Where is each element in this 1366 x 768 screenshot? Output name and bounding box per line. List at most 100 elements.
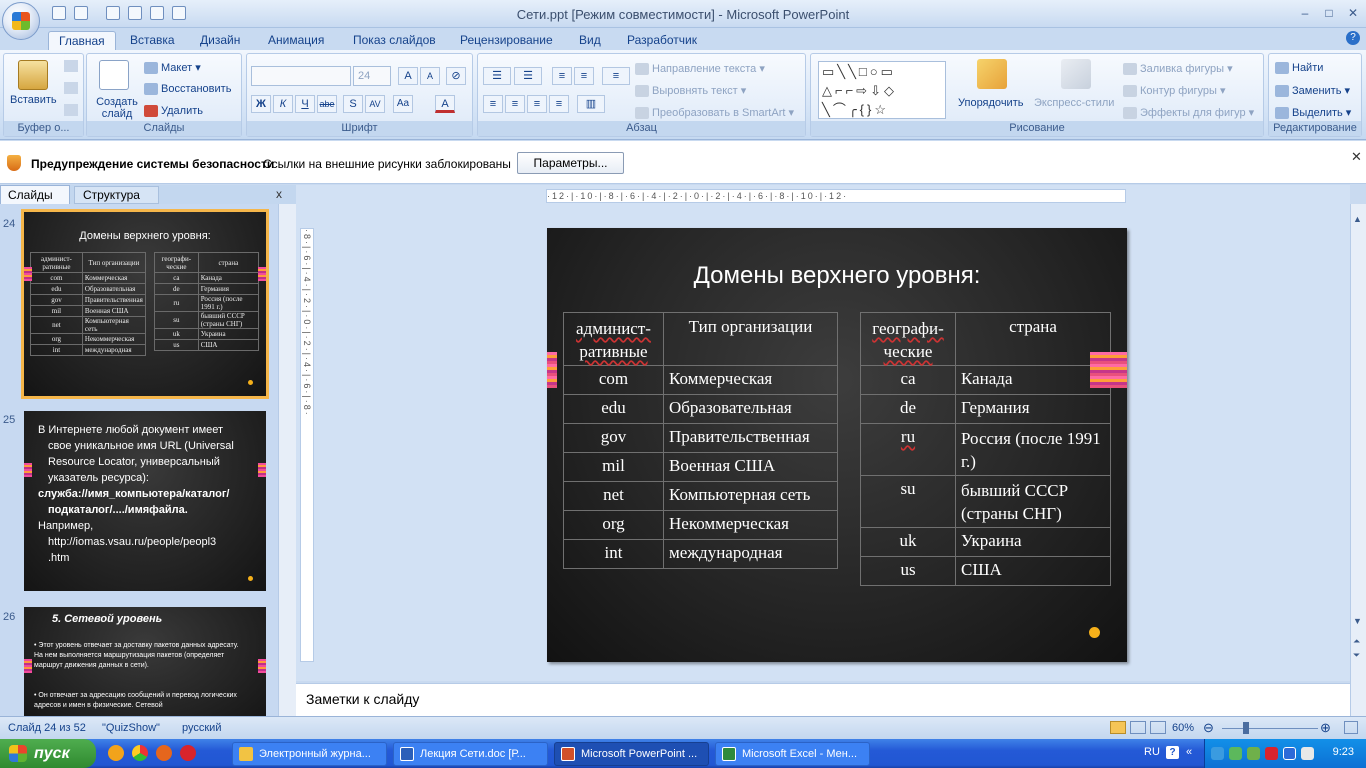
reset-button[interactable]: Восстановить	[144, 83, 231, 96]
next-slide-icon[interactable]: ⏷	[1353, 650, 1360, 661]
copy-icon[interactable]	[64, 82, 78, 94]
tab-developer[interactable]: Разработчик	[617, 31, 707, 50]
normal-view-icon[interactable]	[1110, 721, 1126, 734]
close-button[interactable]: ✕	[1344, 6, 1362, 20]
shadow-button[interactable]: S	[343, 95, 363, 113]
previous-slide-icon[interactable]: ⏶	[1353, 636, 1360, 647]
language-status[interactable]: русский	[182, 722, 221, 734]
tab-home[interactable]: Главная	[48, 31, 116, 50]
font-name-input[interactable]	[251, 66, 351, 86]
tray-icon[interactable]	[1247, 747, 1260, 760]
minimize-button[interactable]: –	[1296, 6, 1314, 20]
grow-font-button[interactable]: A	[398, 67, 418, 85]
security-close-icon[interactable]: ✕	[1351, 149, 1362, 165]
align-right-icon[interactable]: ≡	[527, 95, 547, 113]
paste-icon[interactable]	[18, 60, 48, 90]
quick-styles-button[interactable]: Экспресс-стили	[1034, 97, 1114, 109]
arrange-icon[interactable]	[977, 59, 1007, 89]
cut-icon[interactable]	[64, 60, 78, 72]
arrange-button[interactable]: Упорядочить	[958, 97, 1023, 109]
tab-slideshow[interactable]: Показ слайдов	[343, 31, 446, 50]
slide-thumbnail-24[interactable]: Домены верхнего уровня: админист-ративны…	[21, 209, 269, 399]
language-indicator[interactable]: RU	[1144, 746, 1160, 758]
shrink-font-button[interactable]: A	[420, 67, 440, 85]
justify-icon[interactable]: ≡	[549, 95, 569, 113]
tray-icon[interactable]	[1211, 747, 1224, 760]
replace-button[interactable]: Заменить ▾	[1275, 84, 1350, 98]
zoom-slider-thumb[interactable]	[1243, 722, 1249, 734]
bullets-icon[interactable]: ☰	[483, 67, 511, 85]
current-slide[interactable]: Домены верхнего уровня: админист-ративны…	[547, 228, 1127, 662]
chrome-icon[interactable]	[132, 745, 148, 761]
quick-styles-icon[interactable]	[1061, 59, 1091, 89]
new-slide-button[interactable]: Создать слайд	[95, 96, 139, 120]
tab-view[interactable]: Вид	[569, 31, 611, 50]
slide-thumbnail-25[interactable]: В Интернете любой документ имеет свое ун…	[24, 411, 266, 591]
slide-table-right[interactable]: географи-ческие страна ca Канада de Германи…	[860, 312, 1111, 586]
opera-icon[interactable]	[180, 745, 196, 761]
slideshow-view-icon[interactable]	[1150, 721, 1166, 734]
slide-thumbnail-26[interactable]: 5. Сетевой уровень • Этот уровень отвеча…	[24, 607, 266, 716]
tab-animation[interactable]: Анимация	[258, 31, 334, 50]
notes-pane[interactable]: Заметки к слайду	[296, 683, 1350, 716]
numbering-icon[interactable]: ☰	[514, 67, 542, 85]
columns-icon[interactable]: ▥	[577, 95, 605, 113]
underline-button[interactable]: Ч	[295, 95, 315, 113]
firefox-icon[interactable]	[156, 745, 172, 761]
zoom-level[interactable]: 60%	[1172, 722, 1194, 734]
tray-expand-icon[interactable]: «	[1186, 746, 1192, 758]
tab-design[interactable]: Дизайн	[190, 31, 250, 50]
decrease-indent-icon[interactable]: ≡	[552, 67, 572, 85]
tray-icon[interactable]	[1229, 747, 1242, 760]
options-button[interactable]: Параметры...	[517, 152, 624, 174]
scroll-down-icon[interactable]: ▼	[1353, 616, 1362, 626]
change-case-button[interactable]: Aa	[393, 95, 413, 113]
font-size-input[interactable]: 24	[353, 66, 391, 86]
start-button[interactable]: пуск	[0, 739, 96, 768]
paste-button[interactable]: Вставить	[10, 94, 57, 106]
taskbar-item[interactable]: Microsoft PowerPoint ...	[554, 742, 709, 766]
zoom-slider[interactable]	[1222, 728, 1318, 729]
increase-indent-icon[interactable]: ≡	[574, 67, 594, 85]
find-button[interactable]: Найти	[1275, 62, 1323, 75]
kaspersky-icon[interactable]	[1265, 747, 1278, 760]
smartart-button[interactable]: Преобразовать в SmartArt ▾	[635, 106, 794, 120]
tray-icon[interactable]	[1283, 747, 1296, 760]
format-painter-icon[interactable]	[64, 104, 78, 116]
strike-button[interactable]: abe	[317, 95, 337, 113]
scroll-up-icon[interactable]: ▲	[1353, 214, 1362, 224]
line-spacing-icon[interactable]: ≡	[602, 67, 630, 85]
taskbar-item[interactable]: Microsoft Excel - Мен...	[715, 742, 870, 766]
thumbnail-scrollbar[interactable]	[278, 204, 296, 716]
quicklaunch-icon[interactable]	[108, 745, 124, 761]
panel-close-icon[interactable]: x	[276, 187, 282, 201]
new-slide-icon[interactable]	[99, 60, 129, 90]
slide-table-left[interactable]: админист-ративные Тип организации com Комм…	[563, 312, 838, 569]
volume-icon[interactable]	[1301, 747, 1314, 760]
layout-button[interactable]: Макет ▾	[144, 61, 201, 75]
maximize-button[interactable]: □	[1320, 6, 1338, 20]
align-center-icon[interactable]: ≡	[505, 95, 525, 113]
font-color-button[interactable]: A	[435, 95, 455, 113]
slide-title[interactable]: Домены верхнего уровня:	[547, 262, 1127, 290]
shapes-gallery[interactable]: ▭╲╲□○▭ △⌐⌐⇨⇩◇ ╲⌒╭{}☆	[818, 61, 946, 119]
bold-button[interactable]: Ж	[251, 95, 271, 113]
spacing-button[interactable]: AV	[365, 95, 385, 113]
shape-outline-button[interactable]: Контур фигуры ▾	[1123, 84, 1226, 98]
clear-format-icon[interactable]: ⊘	[446, 67, 466, 85]
sorter-view-icon[interactable]	[1130, 721, 1146, 734]
fit-to-window-icon[interactable]	[1344, 721, 1358, 734]
help-icon[interactable]: ?	[1346, 31, 1360, 45]
delete-slide-button[interactable]: Удалить	[144, 105, 203, 118]
office-button[interactable]	[2, 2, 40, 40]
italic-button[interactable]: К	[273, 95, 293, 113]
tab-outline-panel[interactable]: Структура	[74, 186, 159, 204]
zoom-out-icon[interactable]: ⊖	[1203, 720, 1214, 736]
tab-slides-panel[interactable]: Слайды	[0, 185, 70, 204]
zoom-in-icon[interactable]: ⊕	[1320, 720, 1331, 736]
align-text-button[interactable]: Выровнять текст ▾	[635, 84, 746, 98]
taskbar-item[interactable]: Электронный журна...	[232, 742, 387, 766]
taskbar-item[interactable]: Лекция Сети.doc [Р...	[393, 742, 548, 766]
shape-effects-button[interactable]: Эффекты для фигур ▾	[1123, 106, 1254, 120]
text-direction-button[interactable]: Направление текста ▾	[635, 62, 765, 76]
